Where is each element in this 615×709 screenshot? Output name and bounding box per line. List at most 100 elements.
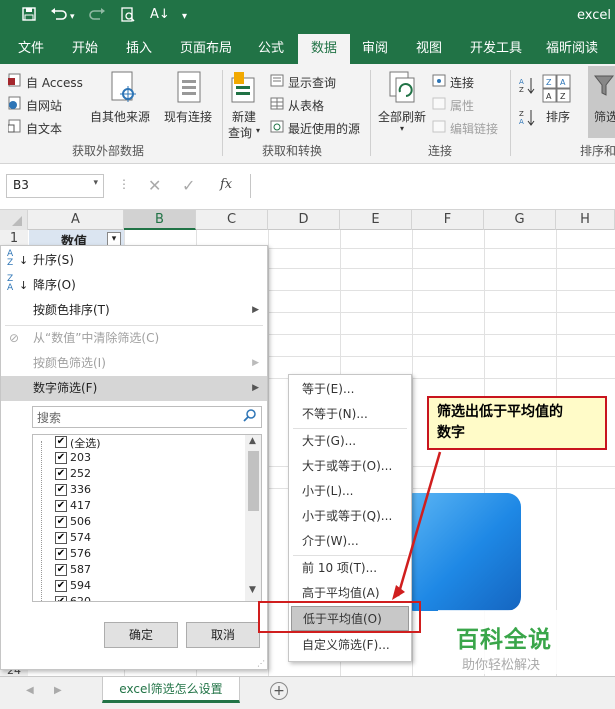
submenu-custom-filter[interactable]: 自定义筛选(F)... xyxy=(289,633,411,658)
checkbox[interactable]: ✔ xyxy=(55,500,67,512)
filter-button[interactable]: 筛选 xyxy=(594,108,615,125)
tab-home[interactable]: 开始 xyxy=(62,34,108,64)
refresh-dropdown-icon[interactable]: ▾ xyxy=(400,124,404,133)
checkbox[interactable]: ✔ xyxy=(55,516,67,528)
column-header-h[interactable]: H xyxy=(556,210,615,230)
submenu-less-than[interactable]: 小于(L)... xyxy=(289,479,411,504)
tab-page-layout[interactable]: 页面布局 xyxy=(170,34,242,64)
new-query-button[interactable]: 新建 xyxy=(232,108,256,125)
cancel-icon[interactable]: ✕ xyxy=(148,176,161,195)
menu-item-number-filters[interactable]: 数字筛选(F) ▶ xyxy=(1,376,267,401)
scroll-thumb[interactable] xyxy=(248,451,259,511)
checkbox[interactable]: ✔ xyxy=(55,548,67,560)
sort-az-icon[interactable]: A↓ xyxy=(150,7,170,22)
value-label: 506 xyxy=(70,515,91,528)
checkbox[interactable]: ✔ xyxy=(55,596,67,601)
scroll-tabs-right-icon[interactable]: ▶ xyxy=(54,685,62,696)
column-header-f[interactable]: F xyxy=(412,210,484,230)
tab-formulas[interactable]: 公式 xyxy=(248,34,294,64)
new-query-label-2[interactable]: 查询 xyxy=(228,124,252,141)
tab-review[interactable]: 审阅 xyxy=(352,34,398,64)
menu-item-filter-by-color[interactable]: 按颜色筛选(I) ▶ xyxy=(1,351,267,376)
show-queries-button[interactable]: 显示查询 xyxy=(288,74,336,91)
from-table-icon xyxy=(270,97,284,113)
column-header-g[interactable]: G xyxy=(484,210,556,230)
tab-insert[interactable]: 插入 xyxy=(116,34,162,64)
submenu-less-equal[interactable]: 小于或等于(Q)... xyxy=(289,504,411,529)
svg-text:Z: Z xyxy=(519,86,524,94)
from-text-button[interactable]: 自文本 xyxy=(26,120,62,137)
tab-view[interactable]: 视图 xyxy=(406,34,452,64)
print-preview-icon[interactable] xyxy=(120,7,136,27)
undo-icon[interactable] xyxy=(50,7,68,25)
cancel-button[interactable]: 取消 xyxy=(186,622,260,648)
from-access-button[interactable]: 自 Access xyxy=(26,74,83,91)
column-header-a[interactable]: A xyxy=(28,210,124,230)
new-query-dropdown-icon[interactable]: ▾ xyxy=(256,126,260,135)
filter-funnel-icon[interactable] xyxy=(593,74,615,101)
checkbox[interactable]: ✔ xyxy=(55,484,67,496)
scroll-up-icon[interactable]: ▲ xyxy=(249,436,256,446)
submenu-greater-equal[interactable]: 大于或等于(O)... xyxy=(289,454,411,479)
enter-icon[interactable]: ✓ xyxy=(182,176,195,195)
select-all-corner[interactable] xyxy=(0,210,28,230)
other-sources-button[interactable]: 自其他来源 xyxy=(90,108,150,125)
value-label: 252 xyxy=(70,467,91,480)
name-box[interactable]: B3 ▾ xyxy=(6,174,104,198)
existing-connections-button[interactable]: 现有连接 xyxy=(164,108,212,125)
scroll-down-icon[interactable]: ▼ xyxy=(249,585,256,595)
insert-function-icon[interactable]: fx xyxy=(220,177,232,192)
tab-file[interactable]: 文件 xyxy=(8,34,54,64)
tab-developer[interactable]: 开发工具 xyxy=(460,34,532,64)
connections-button[interactable]: 连接 xyxy=(450,74,474,91)
customize-qat-icon[interactable]: ▾ xyxy=(182,11,187,22)
checkbox[interactable]: ✔ xyxy=(55,452,67,464)
column-header-c[interactable]: C xyxy=(196,210,268,230)
edit-links-button[interactable]: 编辑链接 xyxy=(450,120,498,137)
checkbox[interactable]: ✔ xyxy=(55,468,67,480)
save-icon[interactable] xyxy=(22,7,36,25)
access-icon xyxy=(8,73,21,90)
resize-grip-icon[interactable]: ⋰ xyxy=(257,659,265,668)
name-box-dropdown-icon[interactable]: ▾ xyxy=(93,178,98,188)
ok-button[interactable]: 确定 xyxy=(104,622,178,648)
properties-button[interactable]: 属性 xyxy=(450,97,474,114)
column-header-e[interactable]: E xyxy=(340,210,412,230)
value-label: 594 xyxy=(70,579,91,592)
formula-input[interactable] xyxy=(250,174,615,198)
menu-item-sort-desc[interactable]: ZA ↓ 降序(O) xyxy=(1,273,267,298)
sort-button[interactable]: 排序 xyxy=(546,108,570,125)
tab-data[interactable]: 数据 xyxy=(298,34,350,64)
menu-item-clear-filter[interactable]: ⊘ 从“数值”中清除筛选(C) xyxy=(1,326,267,351)
recent-sources-button[interactable]: 最近使用的源 xyxy=(288,120,360,137)
submenu-top-10[interactable]: 前 10 项(T)... xyxy=(289,556,411,581)
search-input[interactable]: 搜索 xyxy=(32,406,262,428)
menu-item-sort-by-color[interactable]: 按颜色排序(T) ▶ xyxy=(1,298,267,323)
tab-foxit[interactable]: 福昕阅读器 xyxy=(536,34,615,86)
text-file-icon xyxy=(7,119,21,136)
checkbox-select-all[interactable]: ✔ xyxy=(55,436,67,448)
list-scrollbar[interactable]: ▲ ▼ xyxy=(245,435,261,601)
submenu-between[interactable]: 介于(W)... xyxy=(289,529,411,554)
sort-ascending-icon[interactable]: AZ xyxy=(518,76,536,97)
submenu-greater-than[interactable]: 大于(G)... xyxy=(289,429,411,454)
sort-descending-icon[interactable]: ZA xyxy=(518,108,536,129)
existing-connections-icon xyxy=(172,70,206,111)
submenu-equals[interactable]: 等于(E)... xyxy=(289,377,411,402)
menu-item-sort-asc[interactable]: AZ ↓ 升序(S) xyxy=(1,248,267,273)
scroll-tabs-left-icon[interactable]: ◀ xyxy=(26,685,34,696)
from-web-button[interactable]: 自网站 xyxy=(26,97,62,114)
from-table-button[interactable]: 从表格 xyxy=(288,97,324,114)
sheet-tab-active[interactable]: excel筛选怎么设置 xyxy=(102,677,240,703)
checkbox[interactable]: ✔ xyxy=(55,532,67,544)
undo-dropdown-icon[interactable]: ▾ xyxy=(70,12,75,22)
checkbox[interactable]: ✔ xyxy=(55,580,67,592)
refresh-all-button[interactable]: 全部刷新 xyxy=(378,108,426,125)
filter-dropdown-button[interactable]: ▾ xyxy=(107,232,121,246)
redo-icon[interactable] xyxy=(88,7,106,25)
column-header-b[interactable]: B xyxy=(124,210,196,230)
add-sheet-icon[interactable]: + xyxy=(270,682,288,700)
checkbox[interactable]: ✔ xyxy=(55,564,67,576)
submenu-not-equals[interactable]: 不等于(N)... xyxy=(289,402,411,427)
column-header-d[interactable]: D xyxy=(268,210,340,230)
